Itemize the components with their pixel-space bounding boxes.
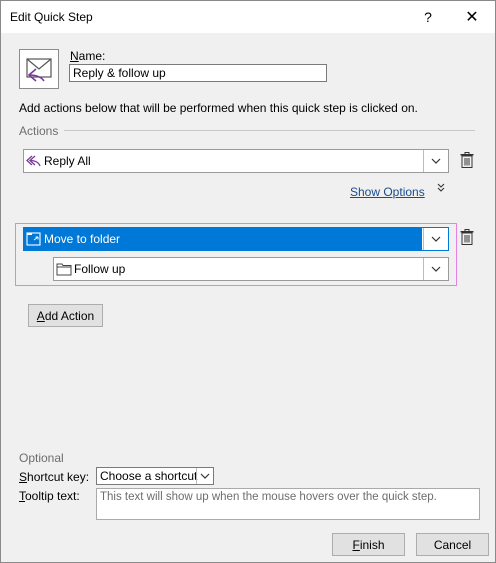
action-reply-all-select[interactable]: Reply All bbox=[23, 149, 449, 173]
folder-icon bbox=[56, 261, 72, 280]
name-label: Name: bbox=[70, 49, 106, 63]
title-bar: Edit Quick Step ? ✕ bbox=[1, 1, 495, 33]
chevron-down-icon[interactable] bbox=[423, 258, 448, 280]
shortcut-key-value: Choose a shortcut bbox=[100, 469, 198, 483]
add-action-button[interactable]: Add Action bbox=[28, 304, 103, 327]
description-text: Add actions below that will be performed… bbox=[19, 101, 418, 115]
help-button[interactable]: ? bbox=[405, 1, 451, 33]
reply-all-icon bbox=[26, 153, 42, 172]
envelope-reply-icon bbox=[26, 58, 52, 82]
edit-quick-step-dialog: Edit Quick Step ? ✕ Name: Reply & follow… bbox=[0, 0, 496, 563]
show-options-link[interactable]: Show Options bbox=[350, 185, 425, 199]
action-move-to-folder-select[interactable]: Move to folder bbox=[23, 227, 449, 251]
actions-group-label: Actions bbox=[19, 124, 59, 138]
optional-group-label: Optional bbox=[19, 451, 64, 465]
move-folder-icon bbox=[26, 231, 42, 250]
folder-select-value: Follow up bbox=[74, 262, 126, 276]
chevron-down-icon[interactable] bbox=[196, 468, 213, 484]
tooltip-text-label: Tooltip text: bbox=[19, 489, 80, 503]
delete-reply-all-trash-icon[interactable] bbox=[460, 152, 474, 168]
quick-step-icon-button[interactable] bbox=[19, 49, 59, 89]
double-chevron-down-icon[interactable] bbox=[437, 183, 445, 196]
delete-move-to-folder-trash-icon[interactable] bbox=[460, 229, 474, 245]
tooltip-text-input[interactable]: This text will show up when the mouse ho… bbox=[96, 488, 480, 520]
shortcut-key-label: Shortcut key: bbox=[19, 470, 90, 484]
finish-button[interactable]: Finish bbox=[332, 533, 405, 556]
name-input[interactable]: Reply & follow up bbox=[69, 64, 327, 82]
action-move-to-folder-label: Move to folder bbox=[44, 232, 121, 246]
close-button[interactable]: ✕ bbox=[449, 1, 495, 33]
shortcut-key-select[interactable]: Choose a shortcut bbox=[96, 467, 214, 485]
action-reply-all-label: Reply All bbox=[44, 154, 91, 168]
window-title: Edit Quick Step bbox=[10, 10, 93, 24]
folder-select[interactable]: Follow up bbox=[53, 257, 449, 281]
actions-separator bbox=[64, 130, 475, 131]
chevron-down-icon[interactable] bbox=[423, 228, 448, 250]
cancel-button[interactable]: Cancel bbox=[416, 533, 489, 556]
chevron-down-icon[interactable] bbox=[423, 150, 448, 172]
